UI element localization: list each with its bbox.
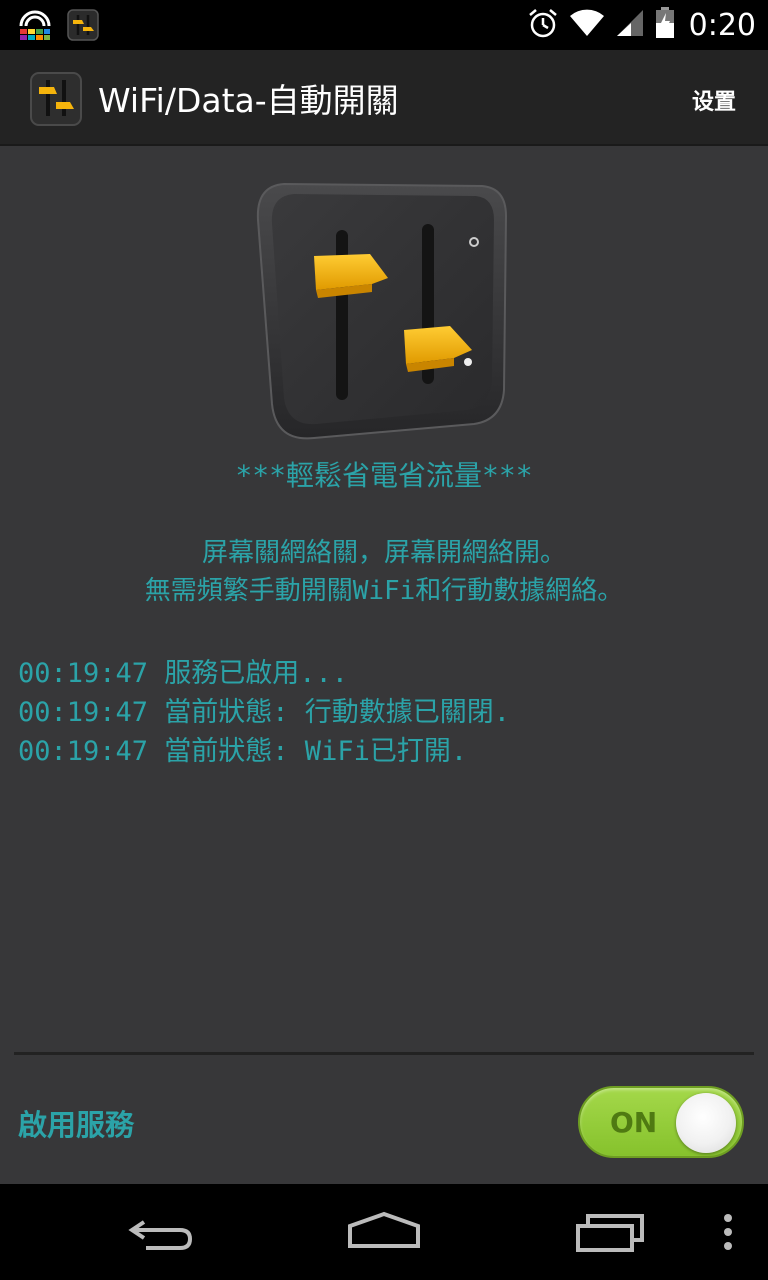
alarm-icon bbox=[527, 7, 559, 43]
enable-service-label: 啟用服務 bbox=[18, 1108, 135, 1142]
tagline: ***輕鬆省電省流量*** bbox=[235, 459, 533, 492]
app-hero-icon bbox=[254, 180, 512, 442]
toggle-state-label: ON bbox=[610, 1106, 658, 1139]
keyboard-rainbow-icon bbox=[18, 8, 52, 42]
main-content: ***輕鬆省電省流量*** 屏幕關網絡關，屏幕開網絡開。 無需頻繁手動開關WiF… bbox=[0, 146, 768, 1184]
home-icon[interactable] bbox=[346, 1206, 422, 1258]
status-bar: 0:20 bbox=[0, 0, 768, 50]
app-logo-icon[interactable] bbox=[28, 70, 84, 128]
wifi-icon bbox=[569, 8, 605, 42]
app-notification-icon bbox=[66, 8, 100, 42]
log-line: 00:19:47 當前狀態: WiFi已打開. bbox=[18, 736, 468, 767]
enable-service-toggle[interactable]: ON bbox=[578, 1086, 744, 1158]
log-line: 00:19:47 服務已啟用... bbox=[18, 658, 349, 689]
toggle-knob[interactable] bbox=[676, 1093, 736, 1153]
log-line: 00:19:47 當前狀態: 行動數據已關閉. bbox=[18, 697, 511, 728]
description-line: 無需頻繁手動開關WiFi和行動數據網絡。 bbox=[144, 576, 624, 606]
clock: 0:20 bbox=[688, 7, 756, 43]
back-icon[interactable] bbox=[122, 1206, 196, 1258]
navigation-bar bbox=[0, 1184, 768, 1280]
settings-button[interactable]: 设置 bbox=[692, 84, 736, 116]
battery-charging-icon bbox=[655, 7, 675, 43]
divider bbox=[14, 1052, 754, 1055]
description-line: 屏幕關網絡關，屏幕開網絡開。 bbox=[201, 538, 566, 568]
action-bar: WiFi/Data-自動開關 设置 bbox=[0, 50, 768, 146]
overflow-menu-icon[interactable] bbox=[718, 1206, 738, 1258]
app-title: WiFi/Data-自動開關 bbox=[98, 81, 399, 120]
recent-apps-icon[interactable] bbox=[574, 1206, 648, 1258]
log-panel: 00:19:47 服務已啟用... 00:19:47 當前狀態: 行動數據已關閉… bbox=[18, 654, 758, 771]
cell-signal-icon bbox=[615, 8, 645, 42]
